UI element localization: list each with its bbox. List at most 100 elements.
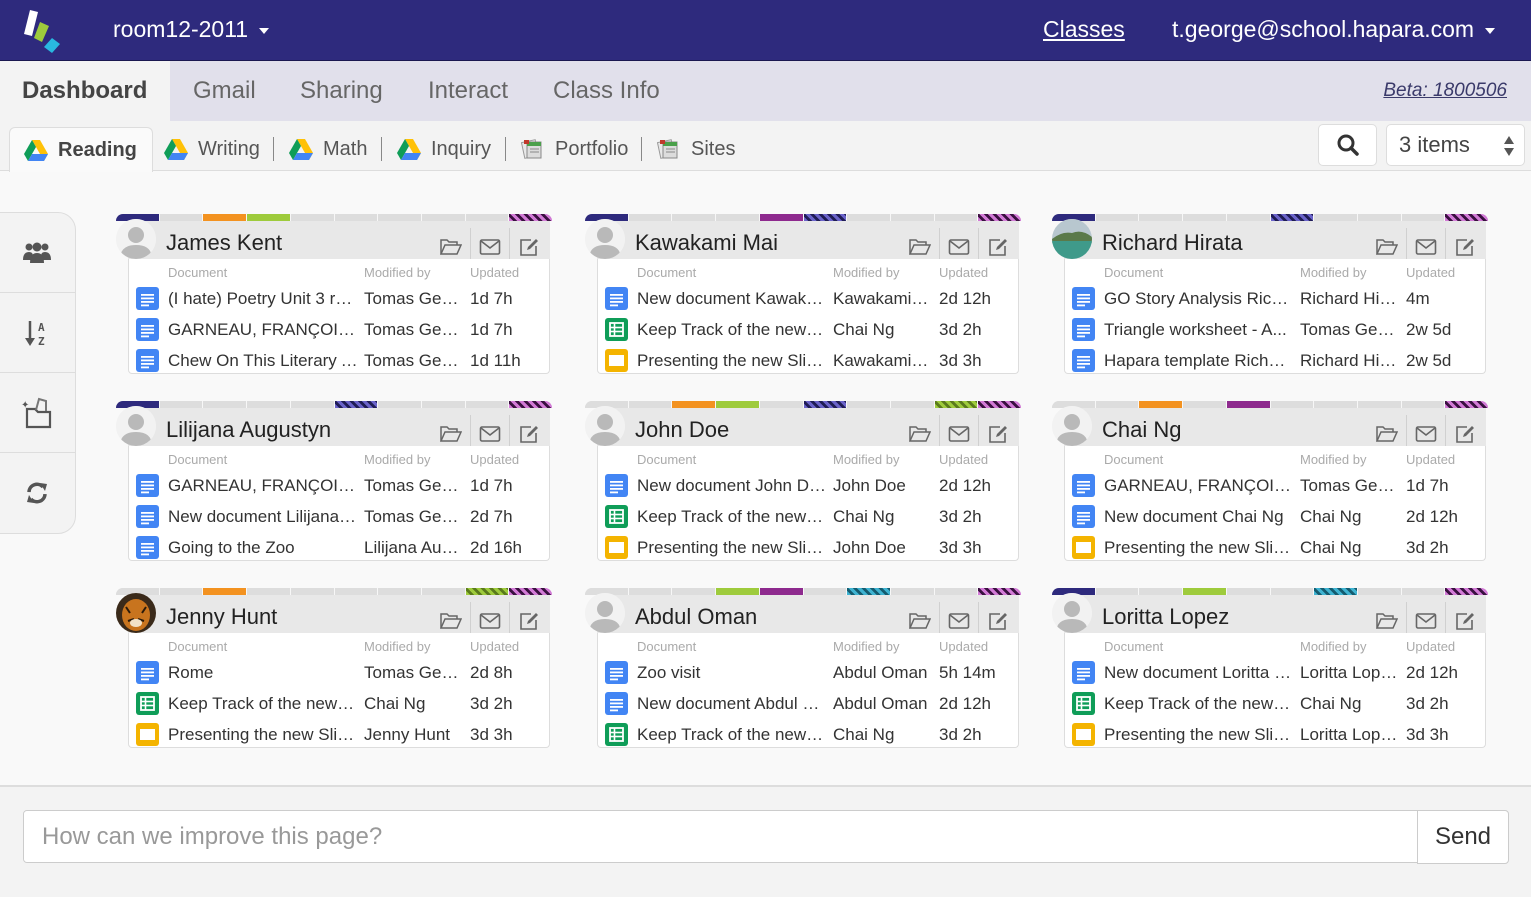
folder-open-icon [1375,426,1398,442]
document-row[interactable]: Keep Track of the new Spreadsheet Chai Ng… [598,718,1018,749]
edit-icon [1456,239,1474,256]
document-row[interactable]: Presenting the new Slides John Doe 3d 3h [598,531,1018,562]
group-students-button[interactable] [0,213,75,293]
beta-version-link[interactable]: Beta: 1800506 [1383,80,1507,102]
student-card: Lilijana Augustyn Document Modified by U… [116,401,552,561]
subtab-inquiry[interactable]: Inquiry [397,127,491,171]
send-feedback-button[interactable]: Send [1417,810,1509,864]
items-count-select[interactable]: 3 items [1386,124,1525,166]
student-name[interactable]: Loritta Lopez [1102,604,1229,630]
document-list: Document Modified by Updated GARNEAU, FR… [128,446,550,561]
document-row[interactable]: Hapara template Richard Hirata Richard Hi… [1065,344,1485,375]
document-row[interactable]: GARNEAU, FRANÇOIS-XAVIER Tomas George 1d 7… [129,469,549,500]
tab-interact[interactable]: Interact [428,61,508,121]
student-avatar[interactable] [1052,219,1092,259]
envelope-icon [948,426,970,442]
class-name: room12-2011 [113,16,249,42]
subtab-writing[interactable]: Writing [164,127,260,171]
document-row[interactable]: Presenting the new Slides Kawakami Mai 3d … [598,344,1018,375]
document-title: New document Kawakami Mai [637,289,827,308]
student-avatar[interactable] [585,219,625,259]
document-row[interactable]: New document Loritta Lopez Loritta Lopez 2… [1065,656,1485,687]
student-avatar[interactable] [116,219,156,259]
divider [381,137,382,161]
document-row[interactable]: GARNEAU, FRANÇOIS-XAVIER Tomas George 1d 7… [1065,469,1485,500]
subtab-math[interactable]: Math [289,127,367,171]
student-name[interactable]: James Kent [166,230,282,256]
document-row[interactable]: Keep Track of the new Spreadsheet Chai Ng… [1065,687,1485,718]
document-row[interactable]: Chew On This Literary Analysis Tomas Geor… [129,344,549,375]
document-row[interactable]: New document Lilijana Augustyn Tomas Geor… [129,500,549,531]
document-row[interactable]: New document John Doe John Doe 2d 12h [598,469,1018,500]
search-button[interactable] [1318,124,1377,166]
sort-alphabetical-button[interactable]: AZ [0,293,75,373]
activity-segment-purple-stripe [1445,214,1488,221]
tab-class-info[interactable]: Class Info [553,61,660,121]
google-doc-icon [136,536,159,559]
student-avatar[interactable] [116,406,156,446]
document-row[interactable]: Zoo visit Abdul Oman 5h 14m [598,656,1018,687]
document-row[interactable]: Keep Track of the new Spreadsheet Chai Ng… [598,500,1018,531]
hapara-logo[interactable] [22,8,72,56]
activity-segment-empty [1401,214,1446,221]
document-row[interactable]: Going to the Zoo Lilijana Augustyn 2d 16h [129,531,549,562]
google-doc-icon [605,287,628,310]
subtab-sites[interactable]: Sites [657,127,735,171]
class-selector-dropdown[interactable]: room12-2011 [113,16,270,43]
tab-dashboard[interactable]: Dashboard [0,61,170,121]
column-header-document: Document [1104,265,1164,280]
google-sheet-icon [1072,692,1095,715]
student-avatar[interactable] [1052,593,1092,633]
student-name[interactable]: Abdul Oman [635,604,757,630]
subtab-portfolio[interactable]: Portfolio [521,127,628,171]
activity-segment-empty [203,401,248,408]
document-row[interactable]: Presenting the new Slides Chai Ng 3d 2h [1065,531,1485,562]
classes-link[interactable]: Classes [1043,16,1125,43]
student-name[interactable]: Kawakami Mai [635,230,778,256]
document-row[interactable]: New document Chai Ng Chai Ng 2d 12h [1065,500,1485,531]
items-count-value: 3 items [1399,132,1470,157]
activity-segment-empty [803,588,848,595]
student-name[interactable]: Richard Hirata [1102,230,1243,256]
student-avatar[interactable] [1052,406,1092,446]
tab-gmail[interactable]: Gmail [193,61,256,121]
activity-segment-empty [378,401,422,408]
activity-segment-empty [1183,214,1227,221]
document-row[interactable]: New document Abdul Oman Abdul Oman 2d 12h [598,687,1018,718]
student-avatar[interactable] [585,406,625,446]
column-header-document: Document [1104,452,1164,467]
activity-strip [585,214,1021,221]
feedback-input[interactable] [23,810,1418,863]
user-menu-dropdown[interactable]: t.george@school.hapara.com [1172,16,1496,43]
document-row[interactable]: Presenting the new Slides Loritta Lopez 3d… [1065,718,1485,749]
student-avatar[interactable] [116,593,156,633]
document-row[interactable]: Presenting the new Slides Jenny Hunt 3d 3h [129,718,549,749]
new-folder-button[interactable]: ✦ [0,373,75,453]
document-row[interactable]: Rome Tomas George 2d 8h [129,656,549,687]
document-row[interactable]: Keep Track of the new Spreadsheet Chai Ng… [129,687,549,718]
activity-segment-orange [203,214,248,221]
student-name[interactable]: John Doe [635,417,729,443]
refresh-button[interactable] [0,453,75,533]
student-name[interactable]: Jenny Hunt [166,604,277,630]
google-doc-icon [136,474,159,497]
document-row[interactable]: GO Story Analysis Richard Hirata Richard … [1065,282,1485,313]
tab-sharing[interactable]: Sharing [300,61,383,121]
edit-icon [520,426,538,443]
document-row[interactable]: GARNEAU, FRANÇOIS-XAVIER Tomas George 1d 7… [129,313,549,344]
activity-strip [585,588,1021,595]
document-row[interactable]: (I hate) Poetry Unit 3 response Tomas Geo… [129,282,549,313]
envelope-icon [1415,613,1437,629]
document-title: Triangle worksheet - A... [1104,320,1287,339]
google-slide-icon [605,536,628,559]
document-row[interactable]: New document Kawakami Mai Kawakami Mai 2d … [598,282,1018,313]
caret-down-icon [1485,28,1496,34]
student-name[interactable]: Chai Ng [1102,417,1181,443]
student-name[interactable]: Lilijana Augustyn [166,417,331,443]
document-row[interactable]: Keep Track of the new Spreadsheet Chai Ng… [598,313,1018,344]
document-row[interactable]: Triangle worksheet - A... Tomas George 2w … [1065,313,1485,344]
subtab-reading[interactable]: Reading [9,127,153,172]
svg-text:Z: Z [38,335,45,347]
student-avatar[interactable] [585,593,625,633]
activity-segment-empty [890,588,935,595]
